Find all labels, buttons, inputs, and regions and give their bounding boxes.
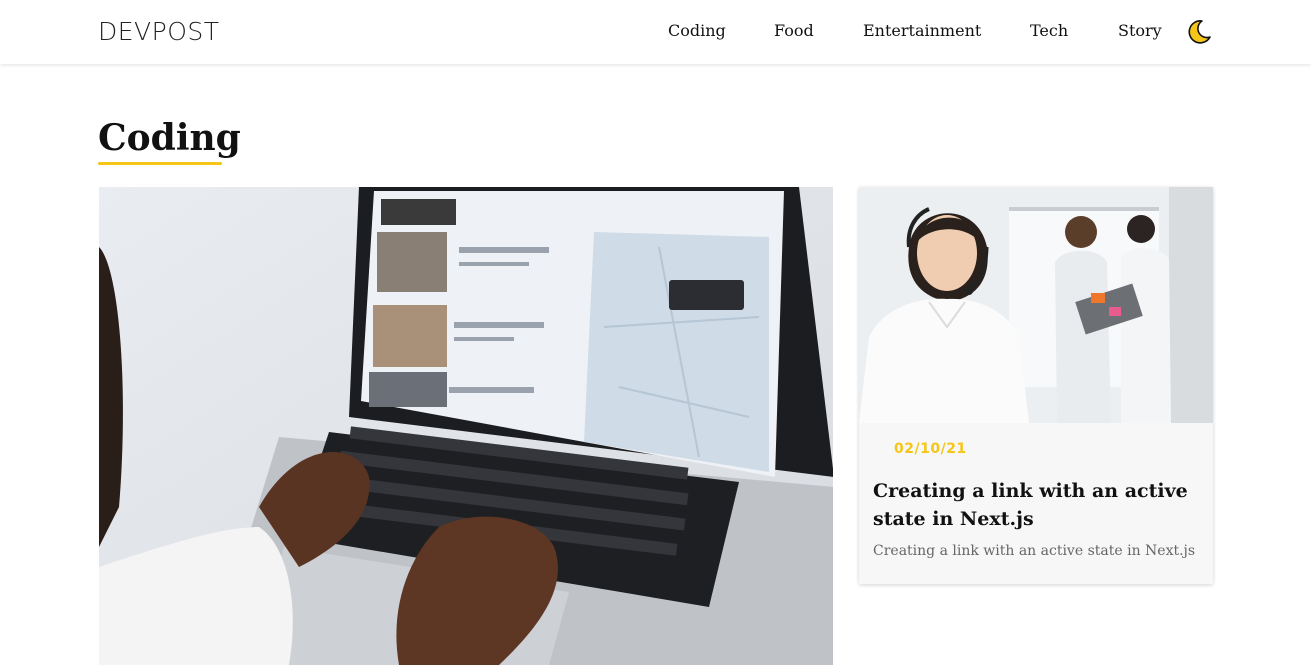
top-navigation-bar: DEVPOST Coding Food Entertainment Tech S… <box>0 0 1311 64</box>
office-headset-woman-photo <box>859 187 1213 423</box>
nav-link-tech[interactable]: Tech <box>1030 21 1068 40</box>
post-title[interactable]: Creating a link with an active state in … <box>873 477 1193 533</box>
post-card[interactable]: 02/10/21 Creating a link with an active … <box>859 187 1213 584</box>
moon-icon[interactable] <box>1186 19 1212 45</box>
post-card-image[interactable] <box>859 187 1213 423</box>
site-logo[interactable]: DEVPOST <box>98 17 220 46</box>
featured-post-image[interactable] <box>99 187 833 665</box>
title-underline <box>98 162 222 165</box>
section-title: Coding <box>98 117 241 159</box>
post-excerpt: Creating a link with an active state in … <box>873 543 1196 559</box>
laptop-typing-photo <box>99 187 833 665</box>
nav-link-food[interactable]: Food <box>774 21 814 40</box>
nav-link-story[interactable]: Story <box>1118 21 1162 40</box>
nav-link-coding[interactable]: Coding <box>668 21 726 40</box>
post-date: 02/10/21 <box>894 441 967 457</box>
nav-link-entertainment[interactable]: Entertainment <box>863 21 981 40</box>
